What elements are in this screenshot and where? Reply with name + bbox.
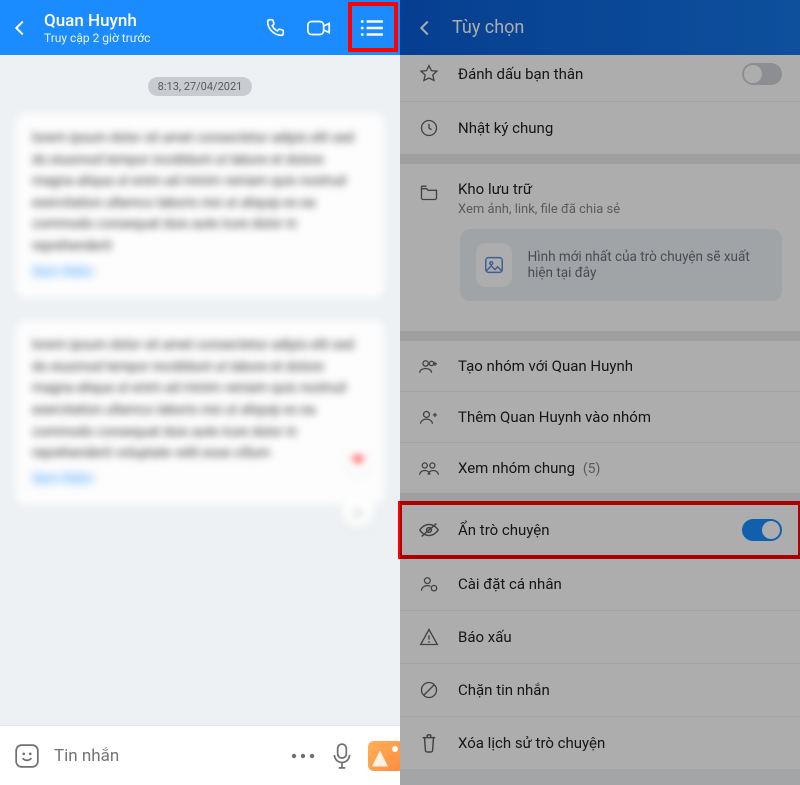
- timestamp-pill: 8:13, 27/04/2021: [148, 77, 253, 96]
- message-text: lorem ipsum dolor sit amet consectetur a…: [32, 130, 354, 254]
- option-label: Xóa lịch sử trò chuyện: [458, 734, 782, 752]
- contact-name: Quan Huynh: [44, 11, 248, 31]
- option-label: Ẩn trò chuyện: [458, 521, 724, 539]
- photo-button[interactable]: [368, 741, 404, 771]
- hide-chat-toggle[interactable]: [742, 519, 782, 541]
- option-add-to-group[interactable]: Thêm Quan Huynh vào nhóm: [400, 392, 800, 443]
- option-shared-diary[interactable]: Nhật ký chung: [400, 102, 800, 154]
- reaction-heart-icon[interactable]: ❤: [344, 446, 372, 474]
- header-actions: [260, 8, 392, 48]
- chat-pane: Quan Huynh Truy cập 2 giờ trước 8:13, 27…: [0, 0, 400, 785]
- group-icon: [418, 459, 440, 477]
- options-list: Đánh dấu bạn thân Nhật ký chung Kho lưu …: [400, 55, 800, 769]
- section-divider: [400, 493, 800, 503]
- chat-body[interactable]: 8:13, 27/04/2021 lorem ipsum dolor sit a…: [0, 55, 400, 725]
- group-add-icon: [418, 357, 440, 375]
- more-icon[interactable]: [290, 751, 316, 761]
- option-personal-settings[interactable]: Cài đặt cá nhân: [400, 558, 800, 611]
- option-hide-chat[interactable]: Ẩn trò chuyện: [400, 503, 800, 558]
- call-icon[interactable]: [260, 13, 290, 43]
- message-input[interactable]: [54, 746, 276, 766]
- block-icon: [418, 680, 440, 700]
- last-seen: Truy cập 2 giờ trước: [44, 31, 248, 45]
- option-delete-history[interactable]: Xóa lịch sử trò chuyện: [400, 717, 800, 769]
- option-label: Chặn tin nhắn: [458, 681, 782, 699]
- message-input-bar: [0, 725, 400, 785]
- common-groups-count: (5): [583, 461, 601, 477]
- media-preview-box[interactable]: Hình mới nhất của trò chuyện sẽ xuất hiệ…: [460, 229, 782, 301]
- message-bubble[interactable]: lorem ipsum dolor sit amet consectetur a…: [16, 114, 384, 297]
- option-storage[interactable]: Kho lưu trữ Xem ảnh, link, file đã chia …: [400, 164, 800, 221]
- media-hint-text: Hình mới nhất của trò chuyện sẽ xuất hiệ…: [528, 249, 766, 281]
- eye-off-icon: [418, 521, 440, 539]
- option-sublabel: Xem ảnh, link, file đã chia sẻ: [458, 202, 782, 217]
- option-label: Tạo nhóm với Quan Huynh: [458, 357, 782, 375]
- user-add-icon: [418, 408, 440, 426]
- video-call-icon[interactable]: [304, 13, 334, 43]
- see-more-link[interactable]: Xem thêm: [32, 469, 94, 491]
- option-label: Kho lưu trữ: [458, 180, 782, 198]
- image-placeholder-icon: [476, 243, 512, 287]
- star-icon: [418, 64, 440, 84]
- message-bubble[interactable]: lorem ipsum dolor sit amet consectetur a…: [16, 321, 384, 504]
- chat-header: Quan Huynh Truy cập 2 giờ trước: [0, 0, 400, 55]
- microphone-icon[interactable]: [332, 743, 352, 769]
- option-create-group[interactable]: Tạo nhóm với Quan Huynh: [400, 341, 800, 392]
- option-report[interactable]: Báo xấu: [400, 611, 800, 664]
- list-icon: [359, 17, 385, 39]
- clock-icon: [418, 118, 440, 138]
- options-title: Tùy chọn: [452, 17, 524, 38]
- option-label: Nhật ký chung: [458, 119, 782, 137]
- contact-block[interactable]: Quan Huynh Truy cập 2 giờ trước: [44, 11, 248, 45]
- user-settings-icon: [418, 574, 440, 594]
- see-more-link[interactable]: Xem thêm: [32, 262, 94, 284]
- option-common-groups[interactable]: Xem nhóm chung (5): [400, 443, 800, 493]
- options-menu-button[interactable]: [352, 8, 392, 48]
- option-label: Cài đặt cá nhân: [458, 575, 782, 593]
- option-label: Thêm Quan Huynh vào nhóm: [458, 408, 782, 426]
- section-divider: [400, 154, 800, 164]
- options-pane: Tùy chọn Đánh dấu bạn thân Nhật ký chung…: [400, 0, 800, 785]
- options-header: Tùy chọn: [400, 0, 800, 55]
- back-button[interactable]: [414, 17, 436, 39]
- option-label: Đánh dấu bạn thân: [458, 65, 724, 83]
- section-divider: [400, 331, 800, 341]
- warning-icon: [418, 627, 440, 647]
- trash-icon: [418, 733, 440, 753]
- sticker-icon[interactable]: [14, 743, 40, 769]
- back-button[interactable]: [8, 17, 32, 39]
- option-block[interactable]: Chặn tin nhắn: [400, 664, 800, 717]
- reaction-button[interactable]: ☺: [342, 496, 374, 528]
- folder-icon: [418, 183, 440, 201]
- option-label: Báo xấu: [458, 628, 782, 646]
- option-best-friend[interactable]: Đánh dấu bạn thân: [400, 55, 800, 102]
- storage-preview-wrap: Hình mới nhất của trò chuyện sẽ xuất hiệ…: [400, 221, 800, 331]
- best-friend-toggle[interactable]: [742, 63, 782, 85]
- message-text: lorem ipsum dolor sit amet consectetur a…: [32, 337, 354, 461]
- option-label: Xem nhóm chung: [458, 459, 575, 477]
